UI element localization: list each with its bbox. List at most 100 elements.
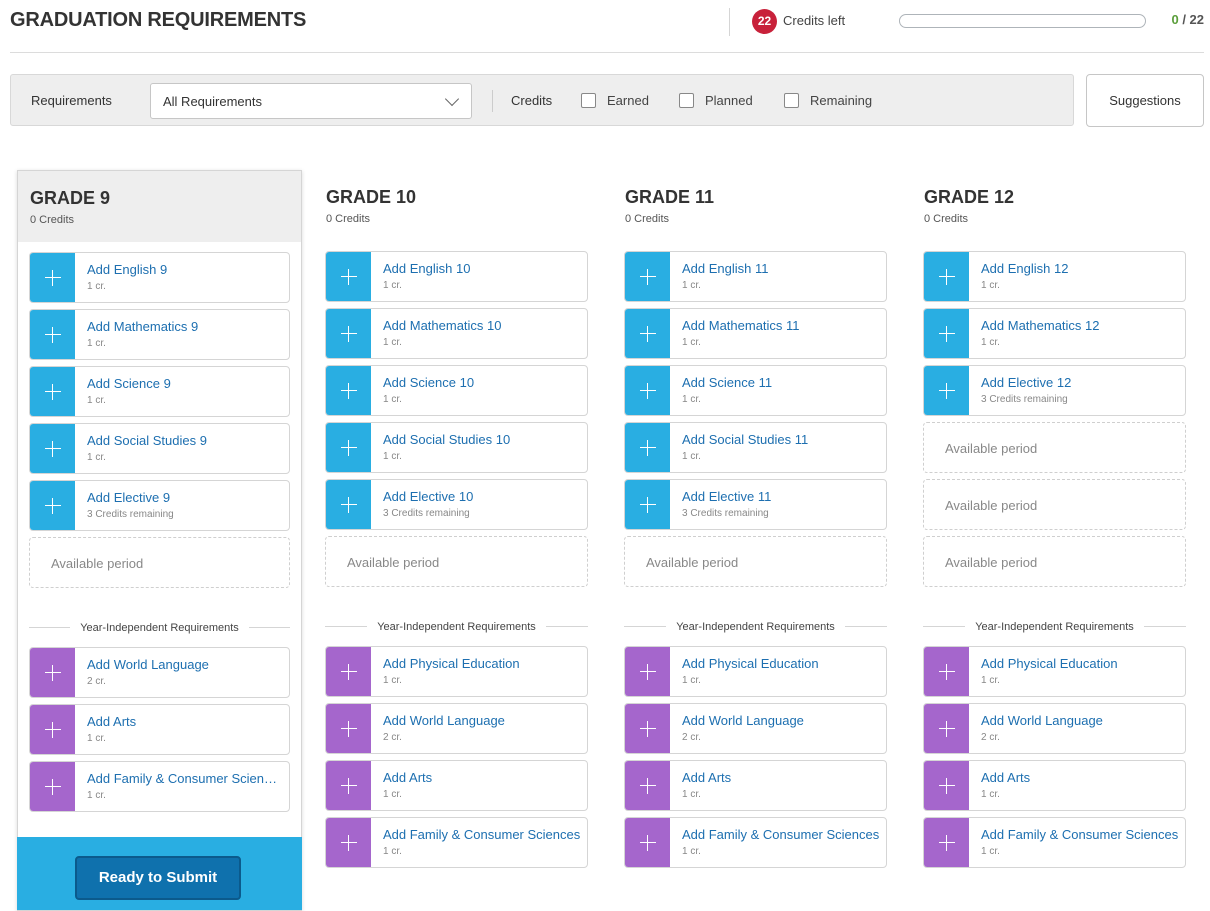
plus-icon[interactable] (326, 252, 371, 301)
available-period-slot[interactable]: Available period (923, 422, 1186, 473)
add-course-card[interactable]: Add English 11 1 cr. (624, 251, 887, 302)
remaining-checkbox[interactable] (784, 93, 799, 108)
plus-icon[interactable] (326, 647, 371, 696)
plus-icon[interactable] (326, 423, 371, 472)
plus-icon[interactable] (924, 309, 969, 358)
plus-icon[interactable] (625, 647, 670, 696)
add-course-card[interactable]: Add Social Studies 11 1 cr. (624, 422, 887, 473)
add-course-card[interactable]: Add Physical Education 1 cr. (923, 646, 1186, 697)
plus-icon[interactable] (625, 366, 670, 415)
course-title[interactable]: Add Arts (383, 770, 581, 785)
course-title[interactable]: Add English 11 (682, 261, 880, 276)
add-course-card[interactable]: Add Physical Education 1 cr. (624, 646, 887, 697)
course-title[interactable]: Add Social Studies 9 (87, 433, 283, 448)
plus-icon[interactable] (30, 705, 75, 754)
plus-icon[interactable] (625, 309, 670, 358)
course-title[interactable]: Add English 9 (87, 262, 283, 277)
add-course-card[interactable]: Add Family & Consumer Sciences 1 cr. (29, 761, 290, 812)
plus-icon[interactable] (30, 424, 75, 473)
earned-checkbox-label[interactable]: Earned (607, 93, 649, 108)
available-period-slot[interactable]: Available period (923, 536, 1186, 587)
course-title[interactable]: Add Physical Education (682, 656, 880, 671)
remaining-checkbox-label[interactable]: Remaining (810, 93, 872, 108)
add-course-card[interactable]: Add Mathematics 10 1 cr. (325, 308, 588, 359)
plus-icon[interactable] (625, 761, 670, 810)
requirements-select[interactable]: All Requirements (150, 83, 472, 119)
add-course-card[interactable]: Add Family & Consumer Sciences 1 cr. (624, 817, 887, 868)
course-title[interactable]: Add Family & Consumer Sciences (682, 827, 880, 842)
plus-icon[interactable] (924, 366, 969, 415)
plus-icon[interactable] (924, 647, 969, 696)
course-title[interactable]: Add English 10 (383, 261, 581, 276)
planned-checkbox-label[interactable]: Planned (705, 93, 753, 108)
add-course-card[interactable]: Add Social Studies 10 1 cr. (325, 422, 588, 473)
course-title[interactable]: Add World Language (682, 713, 880, 728)
course-title[interactable]: Add Elective 11 (682, 489, 880, 504)
course-title[interactable]: Add Social Studies 11 (682, 432, 880, 447)
add-course-card[interactable]: Add World Language 2 cr. (624, 703, 887, 754)
plus-icon[interactable] (326, 761, 371, 810)
course-title[interactable]: Add Physical Education (981, 656, 1179, 671)
suggestions-button[interactable]: Suggestions (1086, 74, 1204, 127)
plus-icon[interactable] (924, 252, 969, 301)
add-course-card[interactable]: Add Elective 9 3 Credits remaining (29, 480, 290, 531)
add-course-card[interactable]: Add English 12 1 cr. (923, 251, 1186, 302)
add-course-card[interactable]: Add Elective 12 3 Credits remaining (923, 365, 1186, 416)
add-course-card[interactable]: Add Science 10 1 cr. (325, 365, 588, 416)
course-title[interactable]: Add Physical Education (383, 656, 581, 671)
course-title[interactable]: Add Arts (87, 714, 283, 729)
plus-icon[interactable] (30, 253, 75, 302)
plus-icon[interactable] (326, 309, 371, 358)
plus-icon[interactable] (30, 762, 75, 811)
add-course-card[interactable]: Add Arts 1 cr. (923, 760, 1186, 811)
course-title[interactable]: Add World Language (383, 713, 581, 728)
plus-icon[interactable] (30, 310, 75, 359)
add-course-card[interactable]: Add Social Studies 9 1 cr. (29, 423, 290, 474)
course-title[interactable]: Add Science 10 (383, 375, 581, 390)
plus-icon[interactable] (625, 480, 670, 529)
plus-icon[interactable] (625, 423, 670, 472)
course-title[interactable]: Add English 12 (981, 261, 1179, 276)
available-period-slot[interactable]: Available period (923, 479, 1186, 530)
add-course-card[interactable]: Add World Language 2 cr. (923, 703, 1186, 754)
plus-icon[interactable] (326, 480, 371, 529)
course-title[interactable]: Add Family & Consumer Sciences (981, 827, 1179, 842)
earned-checkbox[interactable] (581, 93, 596, 108)
plus-icon[interactable] (326, 704, 371, 753)
planned-checkbox[interactable] (679, 93, 694, 108)
available-period-slot[interactable]: Available period (624, 536, 887, 587)
course-title[interactable]: Add World Language (87, 657, 283, 672)
add-course-card[interactable]: Add Mathematics 9 1 cr. (29, 309, 290, 360)
plus-icon[interactable] (924, 704, 969, 753)
plus-icon[interactable] (625, 252, 670, 301)
course-title[interactable]: Add Science 9 (87, 376, 283, 391)
course-title[interactable]: Add Elective 10 (383, 489, 581, 504)
course-title[interactable]: Add Science 11 (682, 375, 880, 390)
add-course-card[interactable]: Add Family & Consumer Sciences 1 cr. (325, 817, 588, 868)
add-course-card[interactable]: Add Science 9 1 cr. (29, 366, 290, 417)
plus-icon[interactable] (924, 818, 969, 867)
course-title[interactable]: Add Arts (981, 770, 1179, 785)
plus-icon[interactable] (30, 648, 75, 697)
add-course-card[interactable]: Add Mathematics 12 1 cr. (923, 308, 1186, 359)
add-course-card[interactable]: Add English 10 1 cr. (325, 251, 588, 302)
add-course-card[interactable]: Add Arts 1 cr. (29, 704, 290, 755)
course-title[interactable]: Add Mathematics 10 (383, 318, 581, 333)
course-title[interactable]: Add Family & Consumer Sciences (87, 771, 283, 786)
plus-icon[interactable] (326, 366, 371, 415)
available-period-slot[interactable]: Available period (29, 537, 290, 588)
plus-icon[interactable] (625, 704, 670, 753)
add-course-card[interactable]: Add Science 11 1 cr. (624, 365, 887, 416)
plus-icon[interactable] (30, 481, 75, 530)
add-course-card[interactable]: Add Physical Education 1 cr. (325, 646, 588, 697)
available-period-slot[interactable]: Available period (325, 536, 588, 587)
add-course-card[interactable]: Add Elective 10 3 Credits remaining (325, 479, 588, 530)
add-course-card[interactable]: Add World Language 2 cr. (325, 703, 588, 754)
course-title[interactable]: Add Family & Consumer Sciences (383, 827, 581, 842)
course-title[interactable]: Add Mathematics 9 (87, 319, 283, 334)
add-course-card[interactable]: Add Family & Consumer Sciences 1 cr. (923, 817, 1186, 868)
course-title[interactable]: Add Social Studies 10 (383, 432, 581, 447)
add-course-card[interactable]: Add Arts 1 cr. (325, 760, 588, 811)
course-title[interactable]: Add Elective 12 (981, 375, 1179, 390)
plus-icon[interactable] (924, 761, 969, 810)
